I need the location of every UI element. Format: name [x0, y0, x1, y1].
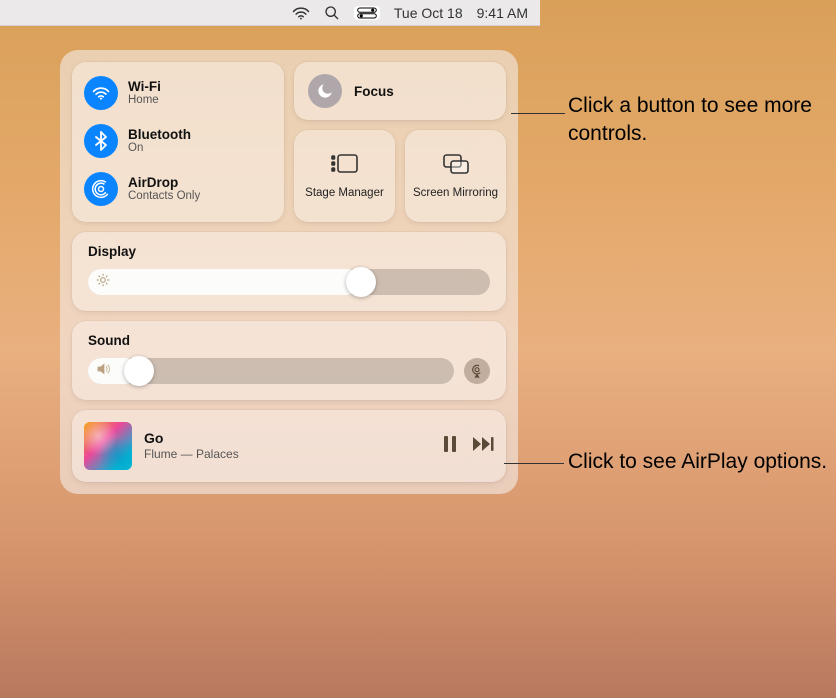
pause-button[interactable] — [442, 435, 458, 458]
music-subtitle: Flume — Palaces — [144, 447, 239, 461]
focus-tile[interactable]: Focus — [294, 62, 506, 120]
moon-icon — [308, 74, 342, 108]
sound-tile[interactable]: Sound — [72, 321, 506, 400]
airdrop-subtitle: Contacts Only — [128, 190, 200, 203]
display-title: Display — [88, 244, 490, 259]
callout-line — [511, 113, 565, 114]
airdrop-title: AirDrop — [128, 175, 200, 191]
bluetooth-row[interactable]: Bluetooth On — [82, 120, 274, 162]
stage-manager-icon — [330, 152, 360, 181]
music-title: Go — [144, 430, 239, 447]
screen-mirroring-label: Screen Mirroring — [413, 187, 498, 200]
wifi-subtitle: Home — [128, 94, 161, 107]
airdrop-row[interactable]: AirDrop Contacts Only — [82, 168, 274, 210]
wifi-text: Wi-Fi Home — [128, 79, 161, 108]
wifi-menubar-icon[interactable] — [292, 6, 310, 20]
wifi-title: Wi-Fi — [128, 79, 161, 95]
display-tile[interactable]: Display — [72, 232, 506, 311]
screen-mirroring-tile[interactable]: Screen Mirroring — [405, 130, 506, 222]
screen-mirroring-icon — [441, 152, 471, 181]
menubar: Tue Oct 18 9:41 AM — [0, 0, 540, 26]
connectivity-tile[interactable]: Wi-Fi Home Bluetooth On AirDrop Contacts… — [72, 62, 284, 222]
callout-focus: Click a button to see more controls. — [568, 92, 828, 149]
menubar-time[interactable]: 9:41 AM — [477, 5, 528, 21]
airdrop-text: AirDrop Contacts Only — [128, 175, 200, 204]
stage-manager-tile[interactable]: Stage Manager — [294, 130, 395, 222]
music-controls — [442, 435, 494, 458]
bluetooth-subtitle: On — [128, 142, 191, 155]
display-slider[interactable] — [88, 269, 490, 295]
volume-icon — [96, 362, 112, 381]
control-center-icon[interactable] — [354, 6, 380, 20]
focus-title: Focus — [354, 84, 394, 99]
small-tiles-row: Stage Manager Screen Mirroring — [294, 130, 506, 222]
airdrop-icon — [84, 172, 118, 206]
bluetooth-title: Bluetooth — [128, 127, 191, 143]
menubar-date[interactable]: Tue Oct 18 — [394, 5, 463, 21]
now-playing-tile[interactable]: Go Flume — Palaces — [72, 410, 506, 482]
sound-title: Sound — [88, 333, 490, 348]
control-center-panel: Wi-Fi Home Bluetooth On AirDrop Contacts… — [60, 50, 518, 494]
brightness-low-icon — [96, 273, 110, 292]
bluetooth-text: Bluetooth On — [128, 127, 191, 156]
airplay-audio-button[interactable] — [464, 358, 490, 384]
wifi-row[interactable]: Wi-Fi Home — [82, 72, 274, 114]
bluetooth-icon — [84, 124, 118, 158]
stage-manager-label: Stage Manager — [305, 187, 384, 200]
wifi-icon — [84, 76, 118, 110]
callout-airplay: Click to see AirPlay options. — [568, 448, 828, 476]
spotlight-icon[interactable] — [324, 5, 340, 21]
callout-line — [504, 463, 564, 464]
music-text: Go Flume — Palaces — [144, 430, 239, 461]
next-track-button[interactable] — [472, 435, 494, 458]
sound-slider[interactable] — [88, 358, 454, 384]
album-art — [84, 422, 132, 470]
